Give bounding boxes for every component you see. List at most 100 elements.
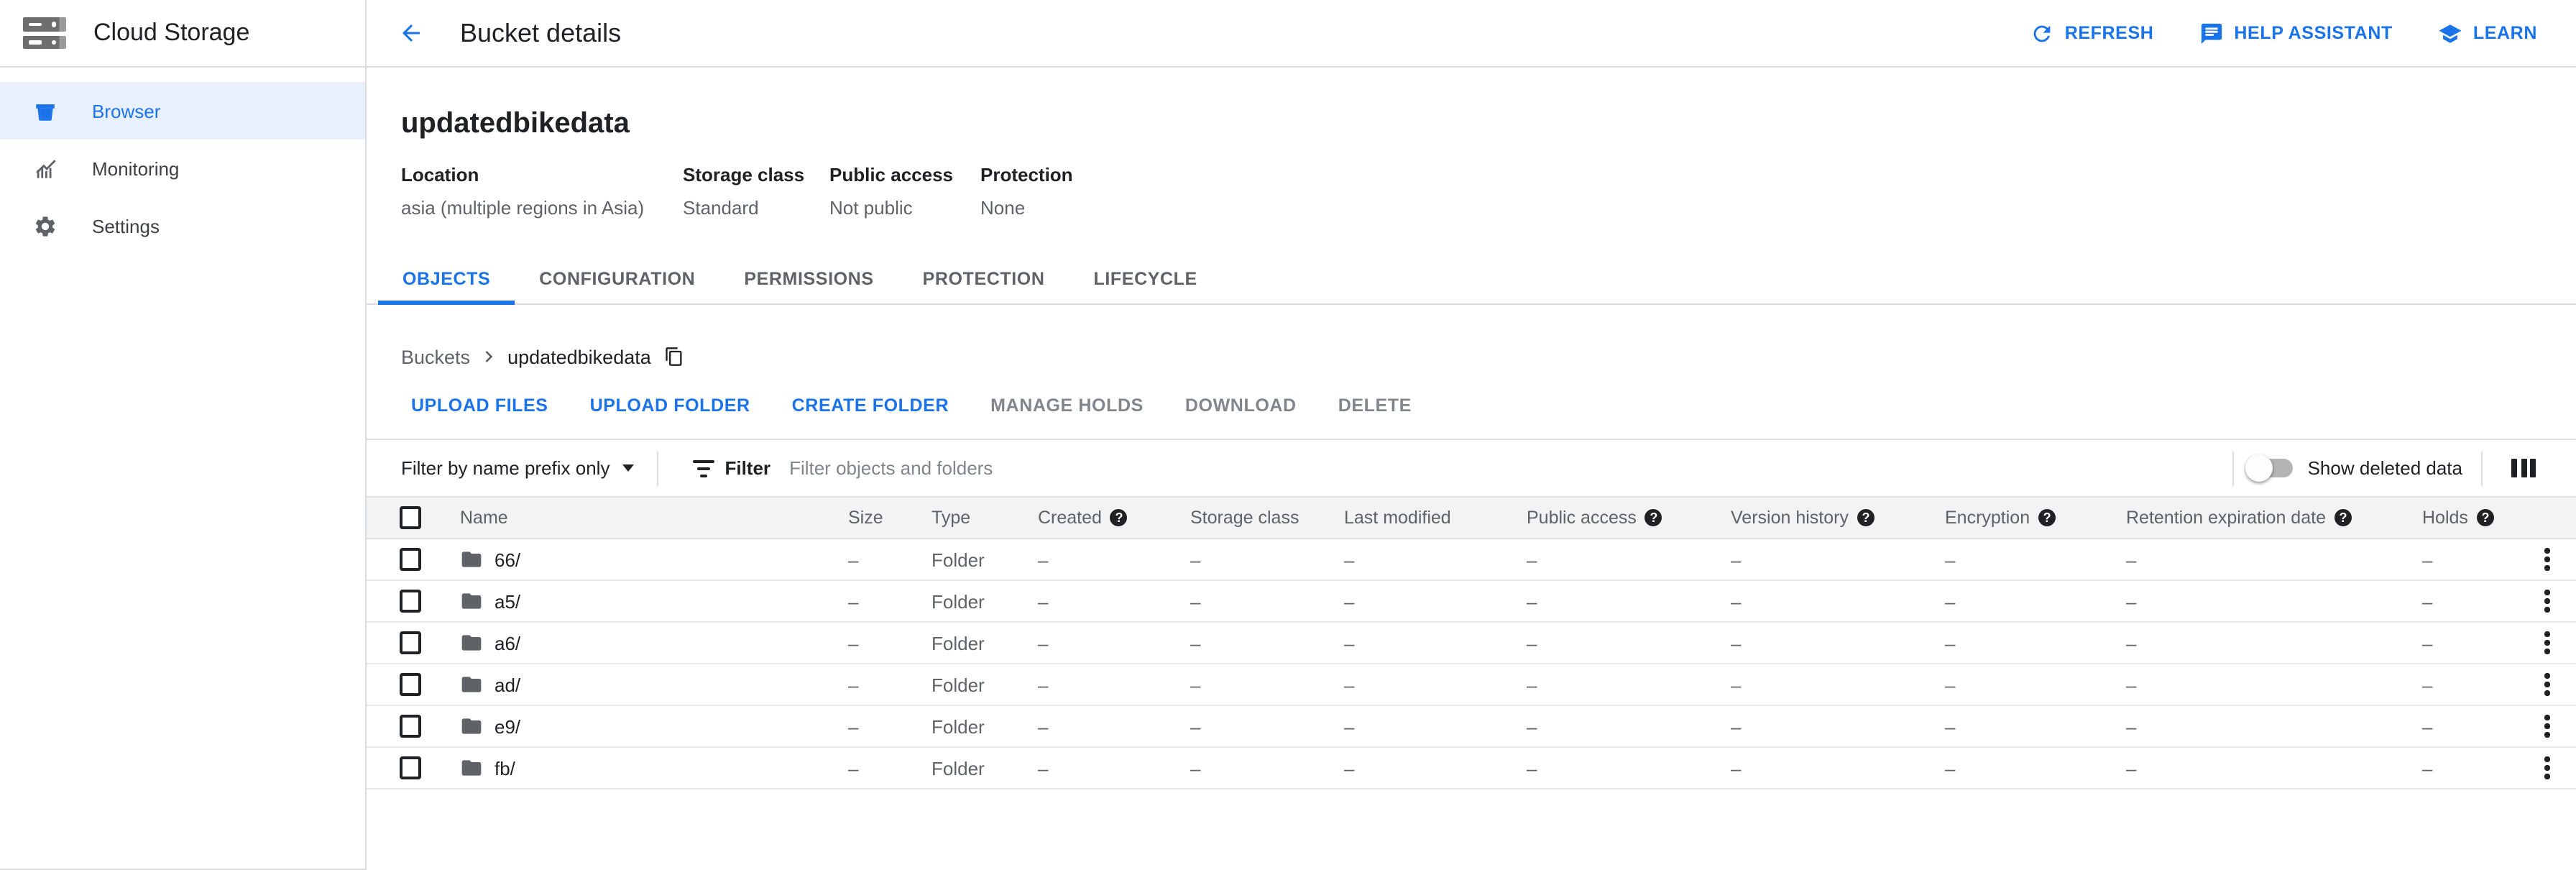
object-name-link[interactable]: a5/ bbox=[494, 590, 520, 612]
object-name-link[interactable]: 66/ bbox=[494, 549, 520, 570]
help-icon[interactable]: ? bbox=[1645, 509, 1662, 526]
row-menu-button[interactable] bbox=[2518, 549, 2576, 571]
column-header-created[interactable]: Created? bbox=[1038, 508, 1190, 528]
row-cell: – bbox=[2126, 757, 2422, 779]
object-name-link[interactable]: a6/ bbox=[494, 632, 520, 654]
column-header-name[interactable]: Name bbox=[438, 508, 848, 528]
folder-icon bbox=[460, 756, 483, 779]
help-icon[interactable]: ? bbox=[1857, 509, 1874, 526]
column-header-retention-expiration-date[interactable]: Retention expiration date? bbox=[2126, 508, 2422, 528]
cloud-storage-app: Cloud Storage Browser Monitoring Setting… bbox=[0, 0, 2576, 870]
select-checkbox[interactable] bbox=[400, 756, 421, 779]
row-cell: – bbox=[2126, 590, 2422, 612]
table-body: 66/ – Folder – – – – – – – – a5/ – Folde… bbox=[367, 539, 2576, 789]
row-cell: – bbox=[848, 674, 932, 695]
row-cell: – bbox=[2422, 549, 2518, 570]
row-menu-button[interactable] bbox=[2518, 590, 2576, 613]
upload-folder-button[interactable]: UPLOAD FOLDER bbox=[590, 395, 750, 416]
row-menu-button[interactable] bbox=[2518, 757, 2576, 779]
row-cell: – bbox=[1344, 632, 1527, 654]
help-icon[interactable]: ? bbox=[2334, 509, 2352, 526]
sidebar-nav: Browser Monitoring Settings bbox=[0, 68, 365, 255]
tab-configuration[interactable]: CONFIGURATION bbox=[515, 253, 719, 303]
object-actions: UPLOAD FILES UPLOAD FOLDER CREATE FOLDER… bbox=[401, 384, 2542, 427]
row-cell: – bbox=[2126, 715, 2422, 737]
object-name-link[interactable]: fb/ bbox=[494, 757, 515, 779]
filter-input[interactable] bbox=[789, 457, 2233, 479]
refresh-button[interactable]: REFRESH bbox=[2030, 21, 2154, 45]
row-cell: Folder bbox=[932, 715, 1038, 737]
row-menu-button[interactable] bbox=[2518, 632, 2576, 654]
delete-button[interactable]: DELETE bbox=[1338, 395, 1412, 416]
tab-permissions[interactable]: PERMISSIONS bbox=[719, 253, 898, 303]
row-cell: – bbox=[1527, 674, 1731, 695]
filter-scope-dropdown[interactable]: Filter by name prefix only bbox=[401, 457, 634, 479]
row-cell: – bbox=[1190, 549, 1344, 570]
create-folder-button[interactable]: CREATE FOLDER bbox=[792, 395, 949, 416]
row-menu-button[interactable] bbox=[2518, 715, 2576, 738]
breadcrumb: Buckets updatedbikedata bbox=[401, 339, 2542, 374]
row-cell: – bbox=[1731, 715, 1945, 737]
row-cell: – bbox=[1527, 632, 1731, 654]
select-checkbox[interactable] bbox=[400, 631, 421, 654]
help-icon[interactable]: ? bbox=[2477, 509, 2494, 526]
object-name-link[interactable]: e9/ bbox=[494, 715, 520, 737]
select-checkbox[interactable] bbox=[400, 590, 421, 613]
column-header-encryption[interactable]: Encryption? bbox=[1945, 508, 2126, 528]
select-checkbox[interactable] bbox=[400, 673, 421, 696]
object-name-link[interactable]: ad/ bbox=[494, 674, 520, 695]
divider bbox=[2481, 451, 2483, 485]
row-cell: – bbox=[1945, 590, 2126, 612]
tab-protection[interactable]: PROTECTION bbox=[898, 253, 1070, 303]
breadcrumb-buckets-link[interactable]: Buckets bbox=[401, 346, 470, 367]
select-checkbox[interactable] bbox=[400, 548, 421, 571]
refresh-icon bbox=[2030, 21, 2055, 45]
select-checkbox[interactable] bbox=[400, 715, 421, 738]
row-cell: – bbox=[1190, 674, 1344, 695]
select-all-checkbox[interactable] bbox=[400, 506, 421, 529]
row-cell: – bbox=[848, 632, 932, 654]
column-header-type[interactable]: Type bbox=[932, 508, 1038, 528]
row-cell: Folder bbox=[932, 590, 1038, 612]
row-cell: – bbox=[1945, 674, 2126, 695]
folder-icon bbox=[460, 673, 483, 696]
row-cell: – bbox=[1945, 549, 2126, 570]
sidebar-item-monitoring[interactable]: Monitoring bbox=[0, 139, 365, 197]
manage-holds-button[interactable]: MANAGE HOLDS bbox=[990, 395, 1144, 416]
column-header-holds[interactable]: Holds? bbox=[2422, 508, 2518, 528]
row-cell: – bbox=[1190, 590, 1344, 612]
row-cell: – bbox=[1038, 632, 1190, 654]
sidebar-item-browser[interactable]: Browser bbox=[0, 82, 365, 139]
filter-list-icon bbox=[693, 459, 714, 477]
cloud-storage-logo-icon bbox=[23, 17, 66, 49]
help-icon[interactable]: ? bbox=[2038, 509, 2056, 526]
column-header-version-history[interactable]: Version history? bbox=[1731, 508, 1945, 528]
column-header-last-modified[interactable]: Last modified bbox=[1344, 508, 1527, 528]
help-assistant-button[interactable]: HELP ASSISTANT bbox=[2199, 21, 2392, 45]
column-header-size[interactable]: Size bbox=[848, 508, 932, 528]
download-button[interactable]: DOWNLOAD bbox=[1185, 395, 1297, 416]
row-cell: – bbox=[1527, 590, 1731, 612]
gear-icon bbox=[33, 214, 58, 238]
upload-files-button[interactable]: UPLOAD FILES bbox=[411, 395, 548, 416]
product-title: Cloud Storage bbox=[93, 19, 249, 47]
column-header-public-access[interactable]: Public access? bbox=[1527, 508, 1731, 528]
column-display-options-icon[interactable] bbox=[2511, 459, 2536, 477]
sidebar-item-settings[interactable]: Settings bbox=[0, 197, 365, 255]
table-row: ad/ – Folder – – – – – – – – bbox=[367, 664, 2576, 706]
column-header-storage-class[interactable]: Storage class bbox=[1190, 508, 1344, 528]
back-arrow-icon[interactable] bbox=[398, 20, 424, 46]
copy-icon[interactable] bbox=[664, 347, 684, 367]
learn-button[interactable]: LEARN bbox=[2439, 21, 2537, 45]
tab-lifecycle[interactable]: LIFECYCLE bbox=[1070, 253, 1222, 303]
tab-objects[interactable]: OBJECTS bbox=[378, 253, 515, 303]
bucket-name-title: updatedbikedata bbox=[401, 108, 2542, 141]
help-icon[interactable]: ? bbox=[1110, 509, 1128, 526]
breadcrumb-current: updatedbikedata bbox=[507, 346, 651, 367]
show-deleted-toggle[interactable] bbox=[2249, 459, 2294, 477]
row-cell: – bbox=[1527, 549, 1731, 570]
filter-bar: Filter by name prefix only Filter Show d… bbox=[367, 439, 2576, 496]
row-menu-button[interactable] bbox=[2518, 674, 2576, 696]
row-cell: – bbox=[1038, 590, 1190, 612]
row-cell: – bbox=[1731, 590, 1945, 612]
